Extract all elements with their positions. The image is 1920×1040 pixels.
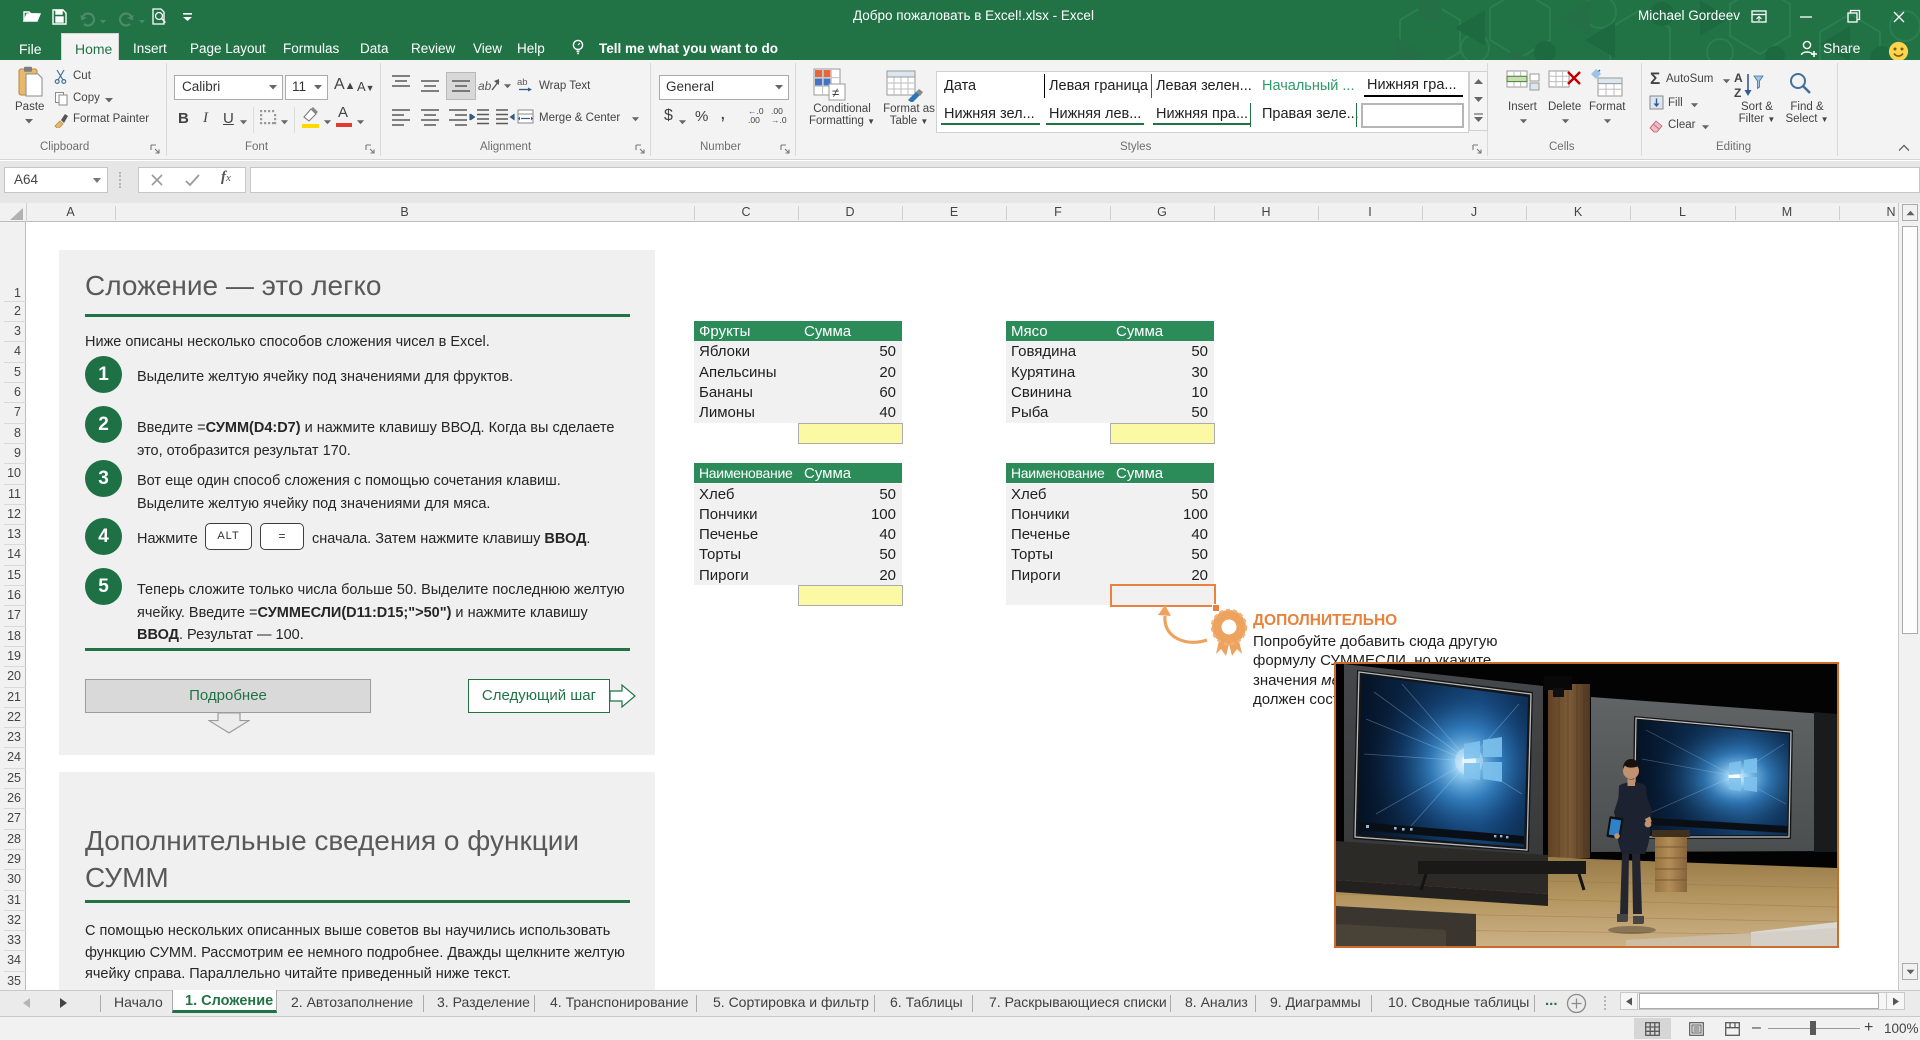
svg-text:ab: ab (517, 77, 528, 88)
svg-text:Z: Z (1734, 86, 1741, 100)
svg-text:A: A (1734, 71, 1743, 85)
svg-text:ab: ab (478, 79, 492, 93)
svg-text:≠: ≠ (832, 85, 839, 100)
